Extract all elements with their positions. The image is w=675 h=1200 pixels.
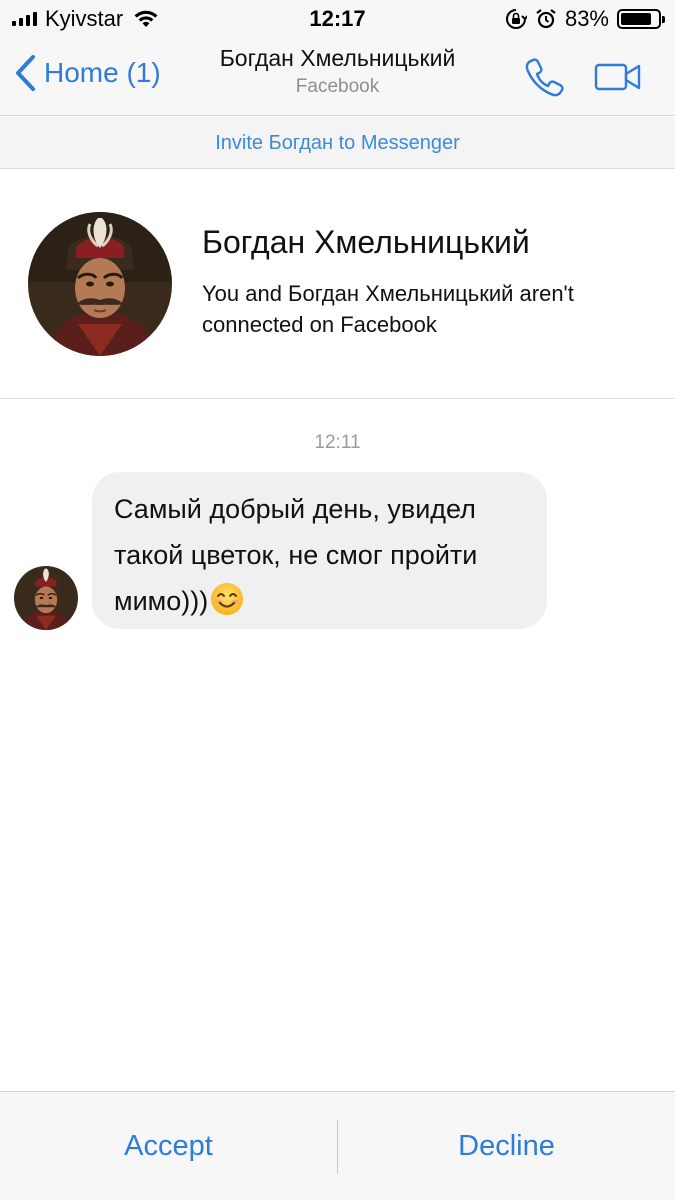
battery-cap xyxy=(662,16,665,23)
accept-button[interactable]: Accept xyxy=(0,1092,337,1200)
voice-call-button[interactable] xyxy=(524,56,566,103)
status-bar: Kyivstar 12:17 83% xyxy=(0,0,675,38)
conversation-title: Богдан Хмельницький xyxy=(219,45,456,71)
video-call-button[interactable] xyxy=(594,62,642,97)
chevron-left-icon xyxy=(16,55,35,91)
portrait-image xyxy=(28,212,172,356)
message-bubble[interactable]: Самый добрый день, увидел такой цветок, … xyxy=(92,472,547,629)
invite-to-messenger-link[interactable]: Invite Богдан to Messenger xyxy=(215,132,460,154)
portrait-image xyxy=(14,566,78,630)
battery-fill xyxy=(621,13,651,25)
message-text: Самый добрый день, увидел такой цветок, … xyxy=(114,494,478,616)
messenger-screen: Kyivstar 12:17 83% Home (1) Богдан Хмель… xyxy=(0,0,675,1200)
sender-avatar[interactable] xyxy=(14,566,78,630)
conversation-subtitle: Facebook xyxy=(295,76,380,97)
conversation-header[interactable]: Богдан Хмельницький Facebook xyxy=(150,44,525,98)
navigation-bar: Home (1) Богдан Хмельницький Facebook xyxy=(0,38,675,116)
connection-status-text: You and Богдан Хмельницький aren't conne… xyxy=(202,281,574,337)
alarm-icon xyxy=(536,9,556,29)
phone-icon xyxy=(525,58,564,97)
message-request-actions: Accept Decline xyxy=(0,1091,675,1200)
battery-icon xyxy=(617,9,665,29)
invite-banner: Invite Богдан to Messenger xyxy=(0,117,675,169)
contact-name: Богдан Хмельницький xyxy=(202,224,530,260)
contact-avatar[interactable] xyxy=(28,212,172,356)
back-button[interactable]: Home (1) xyxy=(14,54,161,92)
contact-profile-card: Богдан Хмельницький You and Богдан Хмель… xyxy=(0,170,675,399)
video-camera-icon xyxy=(594,63,641,91)
decline-button[interactable]: Decline xyxy=(338,1092,675,1200)
message-timestamp: 12:11 xyxy=(314,432,361,453)
back-button-label: Home (1) xyxy=(44,57,161,88)
battery-percent: 83% xyxy=(564,6,609,31)
smiling-face-icon xyxy=(211,583,244,615)
orientation-lock-icon xyxy=(505,9,527,29)
status-bar-right: 83% xyxy=(505,6,665,32)
